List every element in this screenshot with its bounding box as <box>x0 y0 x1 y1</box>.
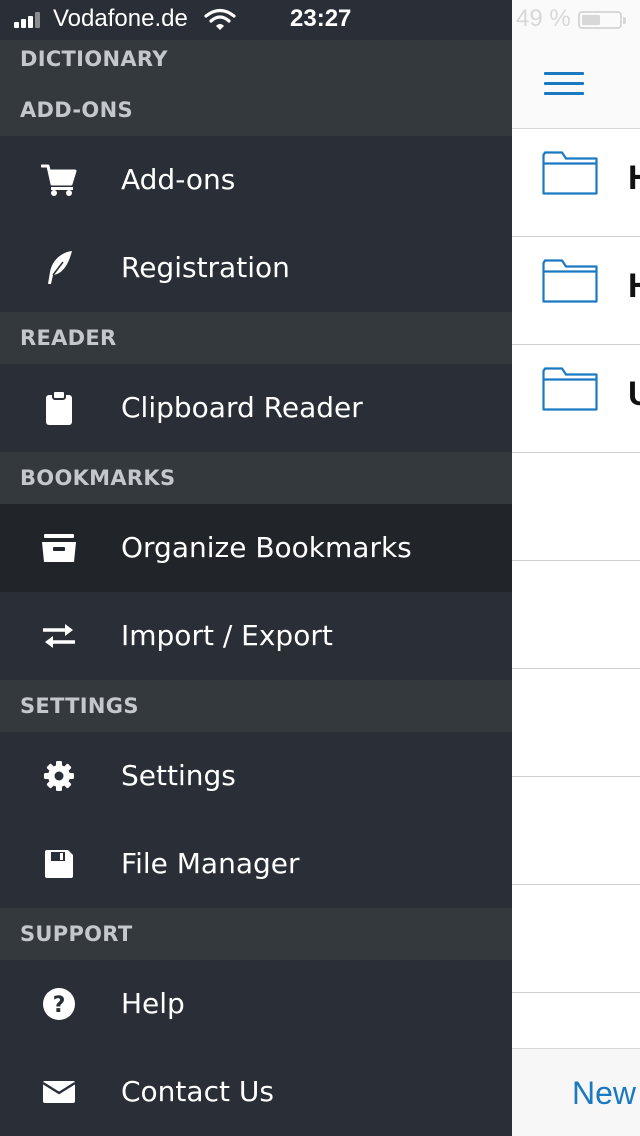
menu-item-organize-bookmarks[interactable]: Organize Bookmarks <box>0 504 512 592</box>
menu-item-import-export[interactable]: Import / Export <box>0 592 512 680</box>
folder-icon <box>542 259 598 303</box>
archive-box-icon <box>40 530 78 566</box>
menu-item-label: Contact Us <box>121 1075 274 1108</box>
folder-icon <box>542 367 598 411</box>
menu-item-label: Help <box>121 987 185 1020</box>
bottom-toolbar: New <box>512 1048 640 1136</box>
section-header-reader: READER <box>0 312 512 364</box>
menu-item-label: Clipboard Reader <box>121 391 363 424</box>
new-button[interactable]: New <box>572 1075 636 1112</box>
folder-row[interactable]: U <box>512 345 640 453</box>
signal-strength-icon <box>14 12 48 28</box>
clipboard-icon <box>40 390 78 426</box>
gear-icon <box>40 758 78 794</box>
swap-arrows-icon <box>40 618 78 654</box>
clock: 23:27 <box>290 5 352 32</box>
folder-name: H <box>628 159 640 198</box>
envelope-icon <box>40 1074 78 1110</box>
menu-item-label: File Manager <box>121 847 300 880</box>
menu-item-addons[interactable]: Add-ons <box>0 136 512 224</box>
menu-item-label: Import / Export <box>121 619 333 652</box>
hamburger-menu-icon[interactable] <box>544 72 584 96</box>
navigation-bar <box>512 40 640 129</box>
menu-item-label: Settings <box>121 759 236 792</box>
menu-item-label: Add-ons <box>121 163 236 196</box>
folder-name: H <box>628 267 640 306</box>
question-circle-icon: ? <box>40 986 78 1022</box>
empty-row <box>512 669 640 777</box>
menu-item-file-manager[interactable]: File Manager <box>0 820 512 908</box>
empty-row <box>512 561 640 669</box>
empty-row <box>512 885 640 993</box>
folder-icon <box>542 151 598 195</box>
battery-icon <box>578 11 626 29</box>
wifi-icon <box>204 8 236 30</box>
svg-text:?: ? <box>53 993 66 1018</box>
menu-item-label: Organize Bookmarks <box>121 531 412 564</box>
folder-name: U <box>628 375 640 414</box>
menu-item-label: Registration <box>121 251 290 284</box>
floppy-disk-icon <box>40 846 78 882</box>
cart-icon <box>40 162 78 198</box>
menu-item-help[interactable]: ? Help <box>0 960 512 1048</box>
bookmarks-screen: H H U New <box>512 0 640 1136</box>
section-header-dictionary: DICTIONARY <box>0 40 512 84</box>
section-header-bookmarks: BOOKMARKS <box>0 452 512 504</box>
folder-row[interactable]: H <box>512 237 640 345</box>
menu-item-clipboard-reader[interactable]: Clipboard Reader <box>0 364 512 452</box>
menu-item-registration[interactable]: Registration <box>0 224 512 312</box>
section-header-settings: SETTINGS <box>0 680 512 732</box>
folder-row[interactable]: H <box>512 129 640 237</box>
side-drawer: DICTIONARY ADD-ONS Add-ons Registration … <box>0 40 512 1136</box>
section-header-support: SUPPORT <box>0 908 512 960</box>
carrier-name: Vodafone.de <box>53 5 188 32</box>
empty-row <box>512 777 640 885</box>
menu-item-contact-us[interactable]: Contact Us <box>0 1048 512 1136</box>
section-header-addons: ADD-ONS <box>0 84 512 136</box>
status-bar: Vodafone.de 23:27 49 % <box>0 0 640 40</box>
empty-row <box>512 453 640 561</box>
menu-item-settings[interactable]: Settings <box>0 732 512 820</box>
feather-icon <box>40 250 78 286</box>
battery-percentage: 49 % <box>516 5 571 32</box>
